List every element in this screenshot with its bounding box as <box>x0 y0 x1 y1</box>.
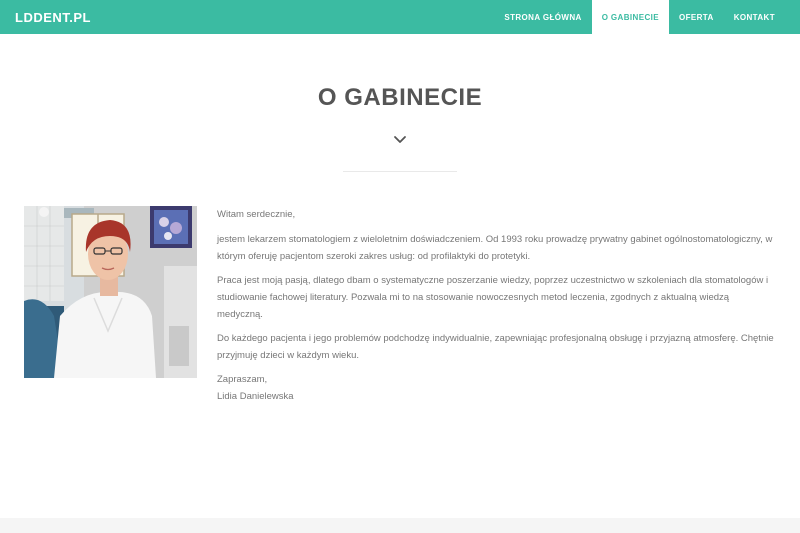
nav-item-o-gabinecie[interactable]: O GABINECIE <box>591 0 669 34</box>
dentist-photo <box>24 206 197 378</box>
nav-item-kontakt[interactable]: KONTAKT <box>724 0 785 34</box>
page-title: O GABINECIE <box>317 84 483 111</box>
signature-line: Lidia Danielewska <box>217 391 294 402</box>
dentist-portrait-photo <box>24 206 197 378</box>
brand-logo[interactable]: LDDENT.PL <box>15 10 91 25</box>
main-nav: STRONA GŁÓWNA O GABINECIE OFERTA KONTAKT <box>494 0 785 34</box>
section-divider <box>343 171 457 172</box>
nav-item-strona-glowna[interactable]: STRONA GŁÓWNA <box>494 0 591 34</box>
nav-item-oferta[interactable]: OFERTA <box>669 0 724 34</box>
chevron-down-icon[interactable] <box>392 132 408 148</box>
about-paragraph: jestem lekarzem stomatologiem z wielolet… <box>217 234 773 262</box>
top-navbar: LDDENT.PL STRONA GŁÓWNA O GABINECIE OFER… <box>0 0 800 34</box>
footer-band <box>0 518 800 533</box>
about-paragraph: Praca jest moją pasją, dlatego dbam o sy… <box>217 275 769 320</box>
about-content: Witam serdecznie, jestem lekarzem stomat… <box>217 206 777 405</box>
greeting-text: Witam serdecznie, <box>217 209 296 220</box>
about-paragraph: Do każdego pacjenta i jego problemów pod… <box>217 333 774 361</box>
closing-text: Zapraszam, Lidia Danielewska <box>217 371 777 405</box>
closing-line: Zapraszam, <box>217 374 268 385</box>
